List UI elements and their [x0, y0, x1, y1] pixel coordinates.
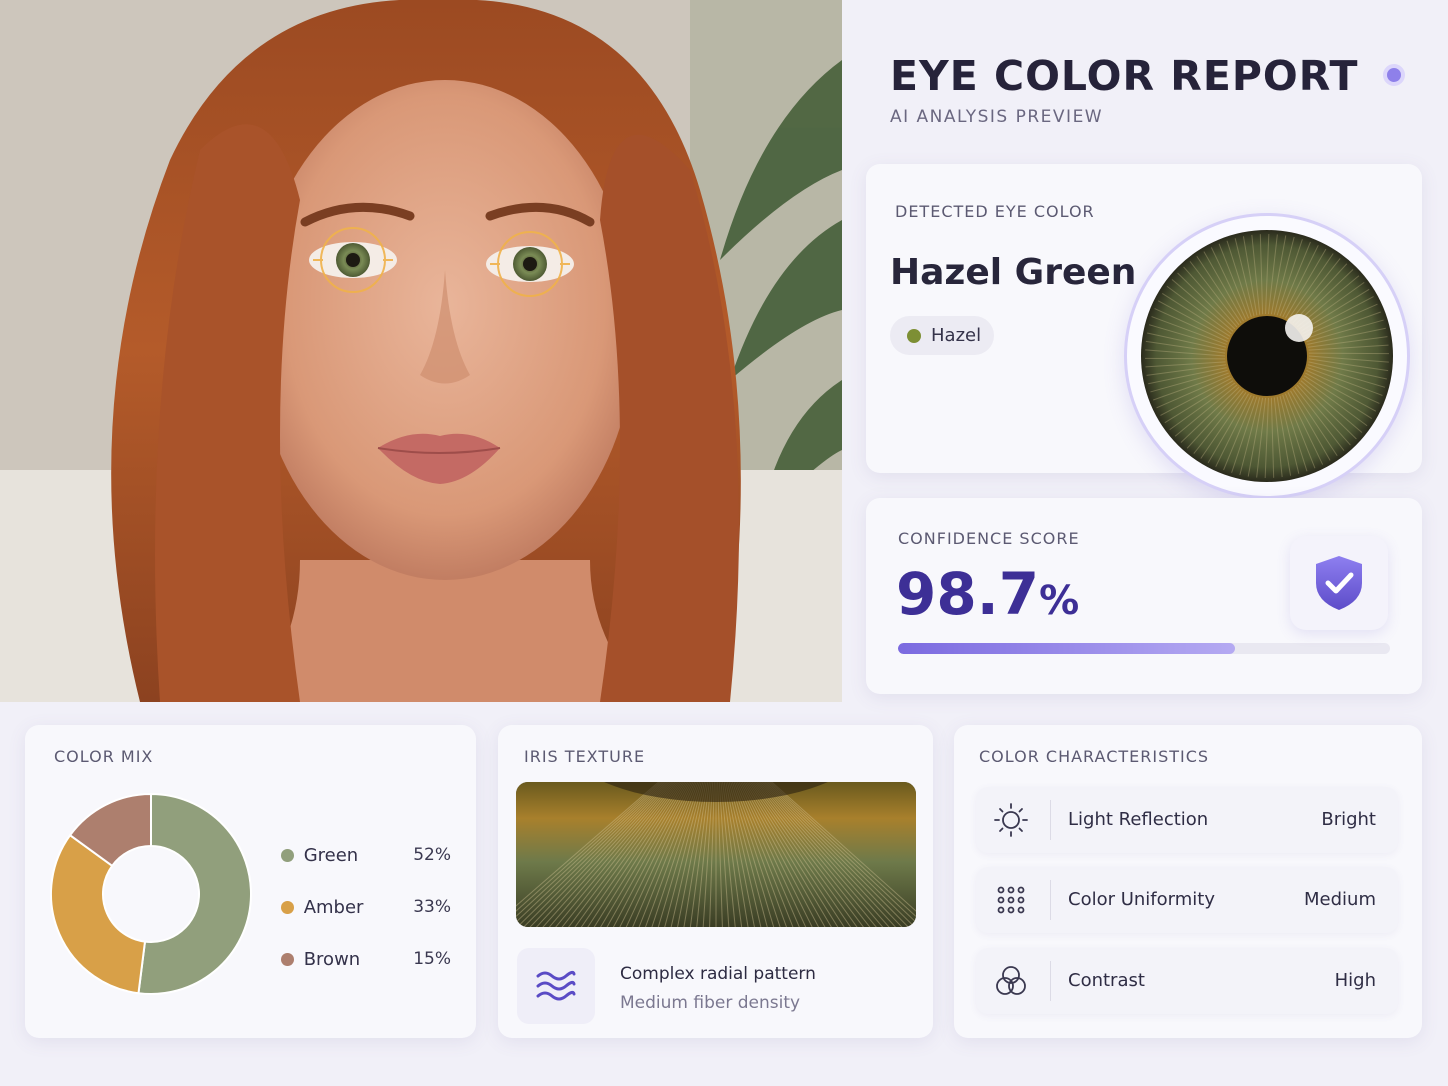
donut-slice-amber: [50, 833, 147, 995]
characteristic-row-contrast: Contrast High: [976, 948, 1398, 1014]
confidence-score-label: CONFIDENCE SCORE: [898, 529, 1080, 548]
row-separator: [1050, 961, 1051, 1001]
legend-item-green: Green 52%: [281, 829, 451, 881]
donut-slice-green: [137, 792, 252, 995]
row-separator: [1050, 880, 1051, 920]
legend-label: Amber: [303, 896, 364, 918]
color-characteristics-label: COLOR CHARACTERISTICS: [979, 747, 1210, 766]
iris-texture-card: IRIS TEXTURE Complex radial pattern Medi…: [498, 725, 933, 1038]
confidence-unit: %: [1039, 578, 1080, 624]
iris-closeup-image: [1141, 230, 1393, 482]
characteristic-value: Medium: [1304, 889, 1376, 910]
legend-swatch: [281, 952, 294, 966]
portrait-photo: [0, 0, 842, 702]
tag-color-dot: [907, 328, 921, 343]
color-characteristics-card: COLOR CHARACTERISTICS Light Reflection B…: [954, 725, 1422, 1038]
legend-label: Green: [303, 844, 359, 866]
characteristic-row-light-reflection: Light Reflection Bright: [976, 787, 1398, 853]
characteristic-name: Color Uniformity: [1068, 889, 1215, 910]
color-mix-label: COLOR MIX: [54, 747, 154, 766]
confidence-score-card: CONFIDENCE SCORE 98.7%: [866, 498, 1422, 694]
confidence-score-value: 98.7%: [896, 560, 1079, 628]
overlap-circles-icon: [996, 966, 1026, 995]
texture-pattern: Complex radial pattern: [620, 964, 816, 984]
legend-value: 33%: [413, 897, 451, 917]
texture-density: Medium fiber density: [620, 993, 801, 1013]
eye-color-tag-label: Hazel: [931, 325, 982, 346]
detected-eye-color-value: Hazel Green: [890, 252, 1137, 293]
legend-value: 15%: [413, 949, 451, 969]
confidence-number: 98.7: [896, 560, 1040, 628]
color-mix-legend: Green 52% Amber 33% Brown 15%: [281, 829, 451, 985]
iris-texture-image: [516, 782, 916, 927]
waves-icon: [536, 970, 576, 1001]
status-indicator-dot: [1383, 64, 1405, 86]
page-title: EYE COLOR REPORT: [890, 52, 1359, 100]
shield-badge: [1290, 536, 1388, 630]
texture-badge: [517, 948, 595, 1024]
detected-eye-color-label: DETECTED EYE COLOR: [895, 202, 1095, 221]
iris-texture-label: IRIS TEXTURE: [524, 747, 646, 766]
iris-closeup: [1124, 213, 1410, 499]
color-mix-card: COLOR MIX Green 52% Amber 33% Brown 15%: [25, 725, 476, 1038]
shield-check-icon: [1316, 556, 1362, 610]
legend-label: Brown: [303, 948, 361, 970]
page-subtitle: AI ANALYSIS PREVIEW: [890, 107, 1104, 127]
confidence-progress-bar: [898, 643, 1390, 654]
legend-swatch: [281, 848, 294, 862]
sun-icon: [994, 803, 1028, 837]
characteristic-row-color-uniformity: Color Uniformity Medium: [976, 867, 1398, 933]
dots-grid-icon: [997, 886, 1025, 914]
characteristic-name: Contrast: [1068, 970, 1145, 991]
characteristic-value: Bright: [1321, 809, 1376, 830]
row-separator: [1050, 800, 1051, 840]
legend-value: 52%: [413, 845, 451, 865]
legend-item-amber: Amber 33%: [281, 881, 451, 933]
eye-color-tag: Hazel: [890, 316, 994, 355]
legend-swatch: [281, 900, 294, 914]
characteristic-value: High: [1334, 970, 1376, 991]
color-mix-donut-chart: [50, 792, 252, 995]
characteristic-name: Light Reflection: [1068, 809, 1209, 830]
confidence-progress-fill: [898, 643, 1236, 654]
legend-item-brown: Brown 15%: [281, 933, 451, 985]
